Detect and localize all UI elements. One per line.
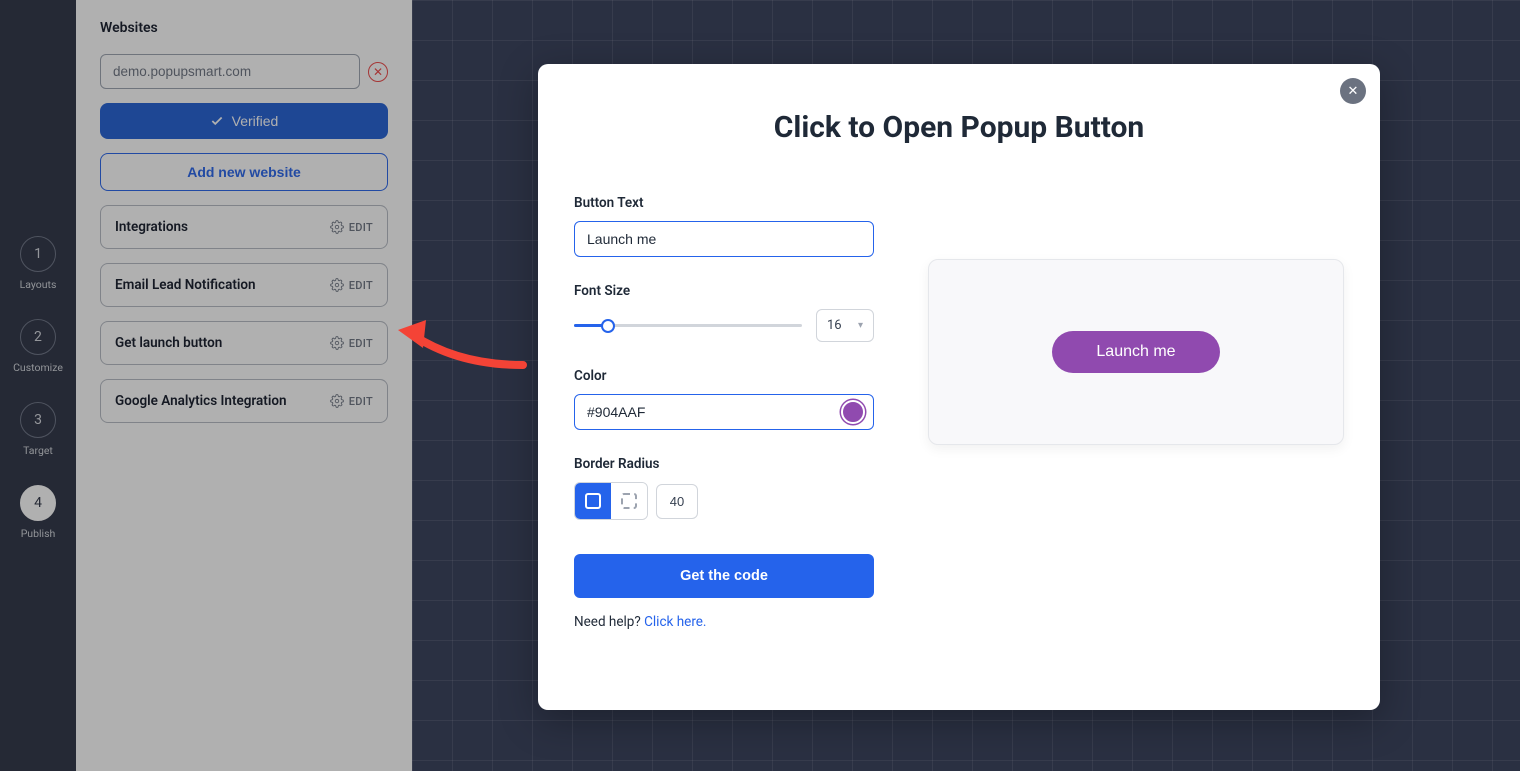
step-target[interactable]: 3 Target	[20, 402, 56, 457]
panel-email-lead[interactable]: Email Lead Notification EDIT	[100, 263, 388, 307]
form-column: Button Text Font Size 16 Color	[574, 195, 874, 630]
preview-launch-button[interactable]: Launch me	[1052, 331, 1219, 373]
color-label: Color	[574, 368, 874, 384]
launch-button-modal: ✕ Click to Open Popup Button Button Text…	[538, 64, 1380, 710]
help-text: Need help? Click here.	[574, 614, 874, 630]
step-label: Publish	[21, 527, 56, 540]
button-text-group: Button Text	[574, 195, 874, 257]
websites-header: Websites	[100, 20, 388, 36]
preview-card: Launch me	[928, 259, 1344, 445]
panel-title: Google Analytics Integration	[115, 393, 287, 409]
check-icon	[210, 114, 224, 128]
border-radius-group: Border Radius	[574, 456, 874, 520]
panel-integrations[interactable]: Integrations EDIT	[100, 205, 388, 249]
close-icon: ✕	[373, 66, 383, 78]
step-label: Layouts	[20, 278, 57, 291]
color-group: Color	[574, 368, 874, 430]
font-size-label: Font Size	[574, 283, 874, 299]
close-icon: ✕	[1348, 83, 1359, 99]
modal-title: Click to Open Popup Button	[574, 110, 1344, 145]
sidebar: Websites ✕ Verified Add new website Inte…	[76, 0, 412, 771]
color-input[interactable]	[587, 404, 841, 420]
panel-edit: EDIT	[330, 278, 373, 292]
gear-icon	[330, 278, 344, 292]
stepper-nav: 1 Layouts 2 Customize 3 Target 4 Publish	[0, 0, 76, 771]
square-filled-icon	[585, 493, 601, 509]
font-size-group: Font Size 16	[574, 283, 874, 342]
panel-title: Integrations	[115, 219, 188, 235]
panel-title: Email Lead Notification	[115, 277, 256, 293]
website-input[interactable]	[100, 54, 360, 89]
verified-label: Verified	[232, 113, 279, 129]
website-row: ✕	[100, 54, 388, 89]
font-size-select[interactable]: 16	[816, 309, 874, 342]
panel-edit: EDIT	[330, 336, 373, 350]
gear-icon	[330, 220, 344, 234]
panel-launch-button[interactable]: Get launch button EDIT	[100, 321, 388, 365]
radius-dashed-button[interactable]	[611, 483, 647, 519]
panel-edit: EDIT	[330, 394, 373, 408]
step-publish[interactable]: 4 Publish	[20, 485, 56, 540]
get-code-button[interactable]: Get the code	[574, 554, 874, 598]
panel-google-analytics[interactable]: Google Analytics Integration EDIT	[100, 379, 388, 423]
step-label: Target	[23, 444, 53, 457]
border-radius-label: Border Radius	[574, 456, 874, 472]
color-input-wrap	[574, 394, 874, 430]
radius-toggle	[574, 482, 648, 520]
add-website-button[interactable]: Add new website	[100, 153, 388, 191]
step-layouts[interactable]: 1 Layouts	[20, 236, 57, 291]
help-link[interactable]: Click here.	[644, 614, 706, 630]
font-size-slider[interactable]	[574, 318, 802, 334]
gear-icon	[330, 336, 344, 350]
square-dashed-icon	[621, 493, 637, 509]
button-text-label: Button Text	[574, 195, 874, 211]
color-swatch[interactable]	[841, 400, 865, 424]
border-radius-input[interactable]	[656, 484, 698, 519]
verified-button[interactable]: Verified	[100, 103, 388, 139]
step-circle: 3	[20, 402, 56, 438]
step-customize[interactable]: 2 Customize	[13, 319, 63, 374]
step-circle: 2	[20, 319, 56, 355]
step-label: Customize	[13, 361, 63, 374]
step-circle: 1	[20, 236, 56, 272]
panel-edit: EDIT	[330, 220, 373, 234]
slider-thumb[interactable]	[601, 319, 615, 333]
preview-column: Launch me	[928, 195, 1344, 630]
step-circle: 4	[20, 485, 56, 521]
gear-icon	[330, 394, 344, 408]
radius-filled-button[interactable]	[575, 483, 611, 519]
remove-website-button[interactable]: ✕	[368, 62, 388, 82]
button-text-input[interactable]	[574, 221, 874, 257]
panel-title: Get launch button	[115, 335, 222, 351]
modal-close-button[interactable]: ✕	[1340, 78, 1366, 104]
